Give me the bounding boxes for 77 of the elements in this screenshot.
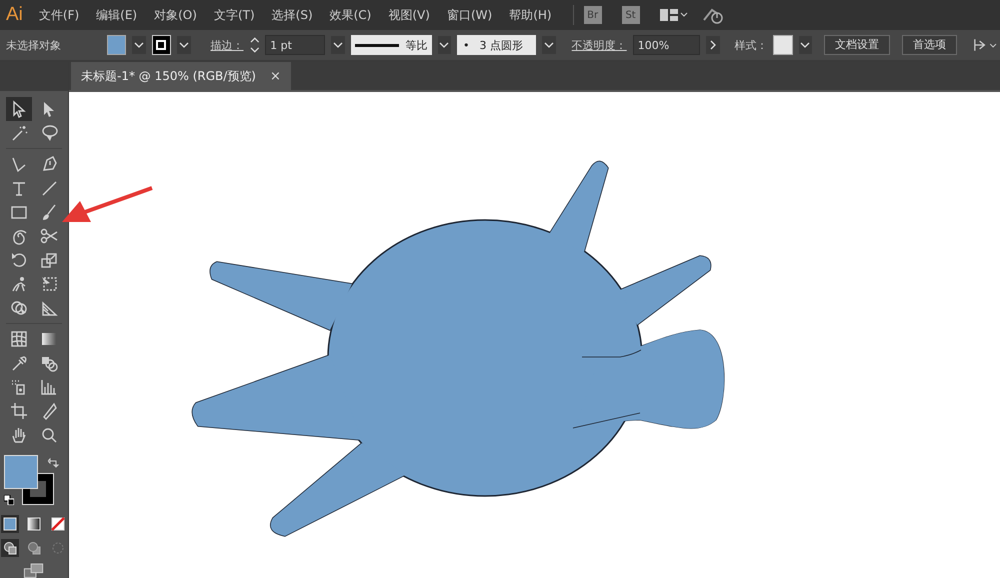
style-label: 样式： [734,38,768,52]
opacity-label: 不透明度： [572,38,627,52]
menu-item[interactable]: 编辑(E) [96,6,138,24]
dropdown-button[interactable] [132,36,146,54]
dropdown-button[interactable] [438,36,452,54]
color-mode-icon [3,516,17,531]
stroke-line-icon [354,44,399,46]
menu-item[interactable]: 文字(T) [214,6,255,24]
dot-label: • [463,38,470,52]
dropdown-button[interactable] [177,36,190,54]
close-button[interactable]: × [270,68,281,84]
brush-label: 3 点圆形 [480,38,524,52]
selection-status: 未选择对象 [6,38,61,52]
dropdown-button[interactable] [331,36,345,54]
menu-item[interactable]: 窗口(W) [446,6,492,24]
menu-item[interactable]: 选择(S) [272,6,313,24]
crop-icon [10,402,28,420]
wand-icon [10,124,28,142]
dropdown-button[interactable] [542,36,556,54]
default-colors-icon[interactable] [4,494,14,505]
stroke-profile-dropdown[interactable]: 等比 [350,35,432,55]
stroke-label: 描边： [210,38,244,52]
caret-icon [800,42,810,48]
caret-icon [134,42,144,48]
fill-swatch[interactable] [107,35,126,55]
line-icon [40,178,58,197]
menu-item[interactable]: 帮助(H) [509,6,552,24]
draw-inside-icon [51,540,65,555]
opacity-field[interactable]: 100% [632,35,700,55]
mesh-icon [10,330,28,348]
caret-icon [544,42,554,48]
rotate-icon [10,250,28,269]
power-sync-icon[interactable] [702,6,724,24]
menu-item[interactable]: 效果(C) [330,6,372,24]
style-swatch[interactable] [773,35,793,55]
mode-button[interactable] [1,538,19,557]
toolbar-button[interactable]: 首选项 [902,35,958,55]
scissors-icon [40,226,58,245]
lasso-icon [40,124,58,142]
eyedropper-icon [10,354,28,372]
profile-label: 等比 [406,38,428,52]
workspace-layout-icon[interactable] [660,8,688,22]
transform-icon [40,274,58,293]
shape-builder-icon [10,298,28,317]
bar-chart-icon [40,378,58,396]
caret-icon [332,42,343,48]
mode-button[interactable] [49,514,67,533]
screen-mode-icon[interactable] [23,562,45,578]
toolbar-button[interactable]: 文档设置 [824,35,890,55]
app-logo[interactable]: Ai [6,4,23,26]
tab-title: 未标题-1* @ 150% (RGB/预览) [81,68,256,84]
hand-icon [10,426,28,444]
mode-button[interactable] [25,514,43,533]
figure-icon [10,274,28,293]
dropdown-button[interactable] [798,36,812,54]
draw-behind-icon [27,540,41,555]
caret-icon [439,42,450,48]
arrow-button[interactable] [706,36,720,54]
menu-item[interactable]: 视图(V) [388,6,430,24]
brush-icon [40,202,58,221]
brush-dropdown[interactable]: • 3 点圆形 [457,35,536,55]
stroke-weight-field[interactable]: 1 pt [265,35,326,55]
none-mode-icon [51,516,65,531]
mode-button[interactable] [1,514,19,533]
tool-button[interactable] [6,96,32,121]
menu-item[interactable]: 对象(O) [154,6,197,24]
zoom-icon [40,426,58,444]
document-tab[interactable]: 未标题-1* @ 150% (RGB/预览) × [71,62,291,90]
pen-icon [40,154,58,173]
menu-item[interactable]: 文件(F) [38,6,80,24]
scale-icon [40,250,58,269]
gradient-mode-icon [27,516,41,531]
draw-normal-icon [3,540,17,555]
stroke-swatch[interactable] [152,35,172,55]
stepper-icon[interactable] [250,35,260,55]
caret-icon [178,42,189,48]
swap-icon[interactable] [48,456,60,469]
